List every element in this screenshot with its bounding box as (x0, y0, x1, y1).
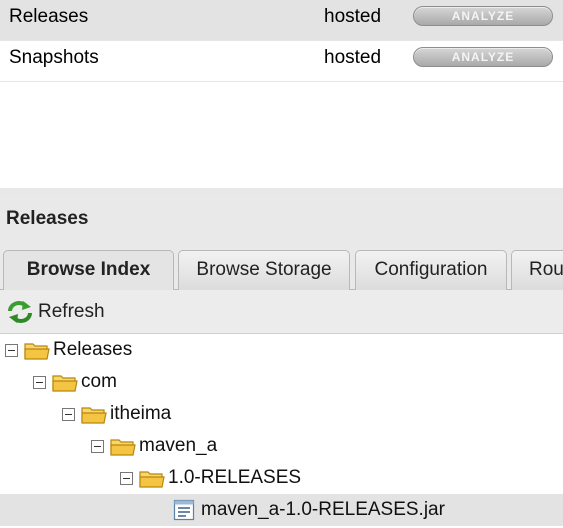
tree-node-label: com (81, 371, 117, 392)
tree-node-label: maven_a-1.0-RELEASES.jar (201, 499, 445, 520)
tab-browse-storage[interactable]: Browse Storage (178, 250, 350, 290)
tree-node[interactable]: 1.0-RELEASES (120, 462, 301, 494)
repository-type: hosted (324, 6, 382, 27)
panel-title: Releases (6, 208, 89, 229)
collapse-toggle-icon[interactable] (62, 407, 75, 421)
tree-node[interactable]: com (33, 366, 117, 398)
repository-row-releases[interactable]: Releases hosted ANALYZE (0, 0, 563, 41)
tab-browse-index[interactable]: Browse Index (3, 250, 174, 290)
toolbar: Refresh (0, 290, 563, 334)
refresh-button[interactable]: Refresh (6, 300, 105, 324)
collapse-toggle-icon[interactable] (5, 343, 18, 357)
folder-open-icon (110, 439, 136, 456)
folder-open-icon (81, 407, 107, 424)
collapse-toggle-icon[interactable] (120, 471, 133, 485)
jar-file-icon (173, 499, 195, 521)
repository-row-snapshots[interactable]: Snapshots hosted ANALYZE (0, 41, 563, 82)
repository-name[interactable]: Releases (9, 6, 88, 28)
repository-panel: Releases Browse Index Browse Storage Con… (0, 188, 563, 528)
tab-configuration[interactable]: Configuration (355, 250, 507, 290)
refresh-icon (8, 301, 32, 323)
folder-open-icon (24, 343, 50, 360)
tree-node[interactable]: itheima (62, 398, 171, 430)
repository-name[interactable]: Snapshots (9, 47, 99, 69)
collapse-toggle-icon[interactable] (33, 375, 46, 389)
tree-node-label: maven_a (139, 435, 218, 456)
analyze-button[interactable]: ANALYZE (413, 47, 553, 67)
tree-node-selected[interactable]: maven_a-1.0-RELEASES.jar (0, 494, 563, 526)
panel-header: Releases (0, 194, 563, 244)
repository-tree: Releases com itheima maven_a 1.0-RELEASE… (0, 334, 563, 528)
repository-list-empty-area (0, 82, 563, 188)
tab-bar: Browse Index Browse Storage Configuratio… (0, 244, 563, 290)
tree-node[interactable]: maven_a (91, 430, 217, 462)
tree-node-label: 1.0-RELEASES (168, 467, 302, 488)
tree-node[interactable]: Releases (5, 334, 132, 366)
refresh-label: Refresh (38, 301, 105, 322)
analyze-button[interactable]: ANALYZE (413, 6, 553, 26)
folder-open-icon (139, 471, 165, 488)
tree-node-label: itheima (110, 403, 172, 424)
tab-routing[interactable]: Rou (511, 250, 563, 290)
tree-node-label: Releases (53, 339, 133, 360)
repository-type: hosted (324, 47, 382, 68)
folder-open-icon (52, 375, 78, 392)
collapse-toggle-icon[interactable] (91, 439, 104, 453)
